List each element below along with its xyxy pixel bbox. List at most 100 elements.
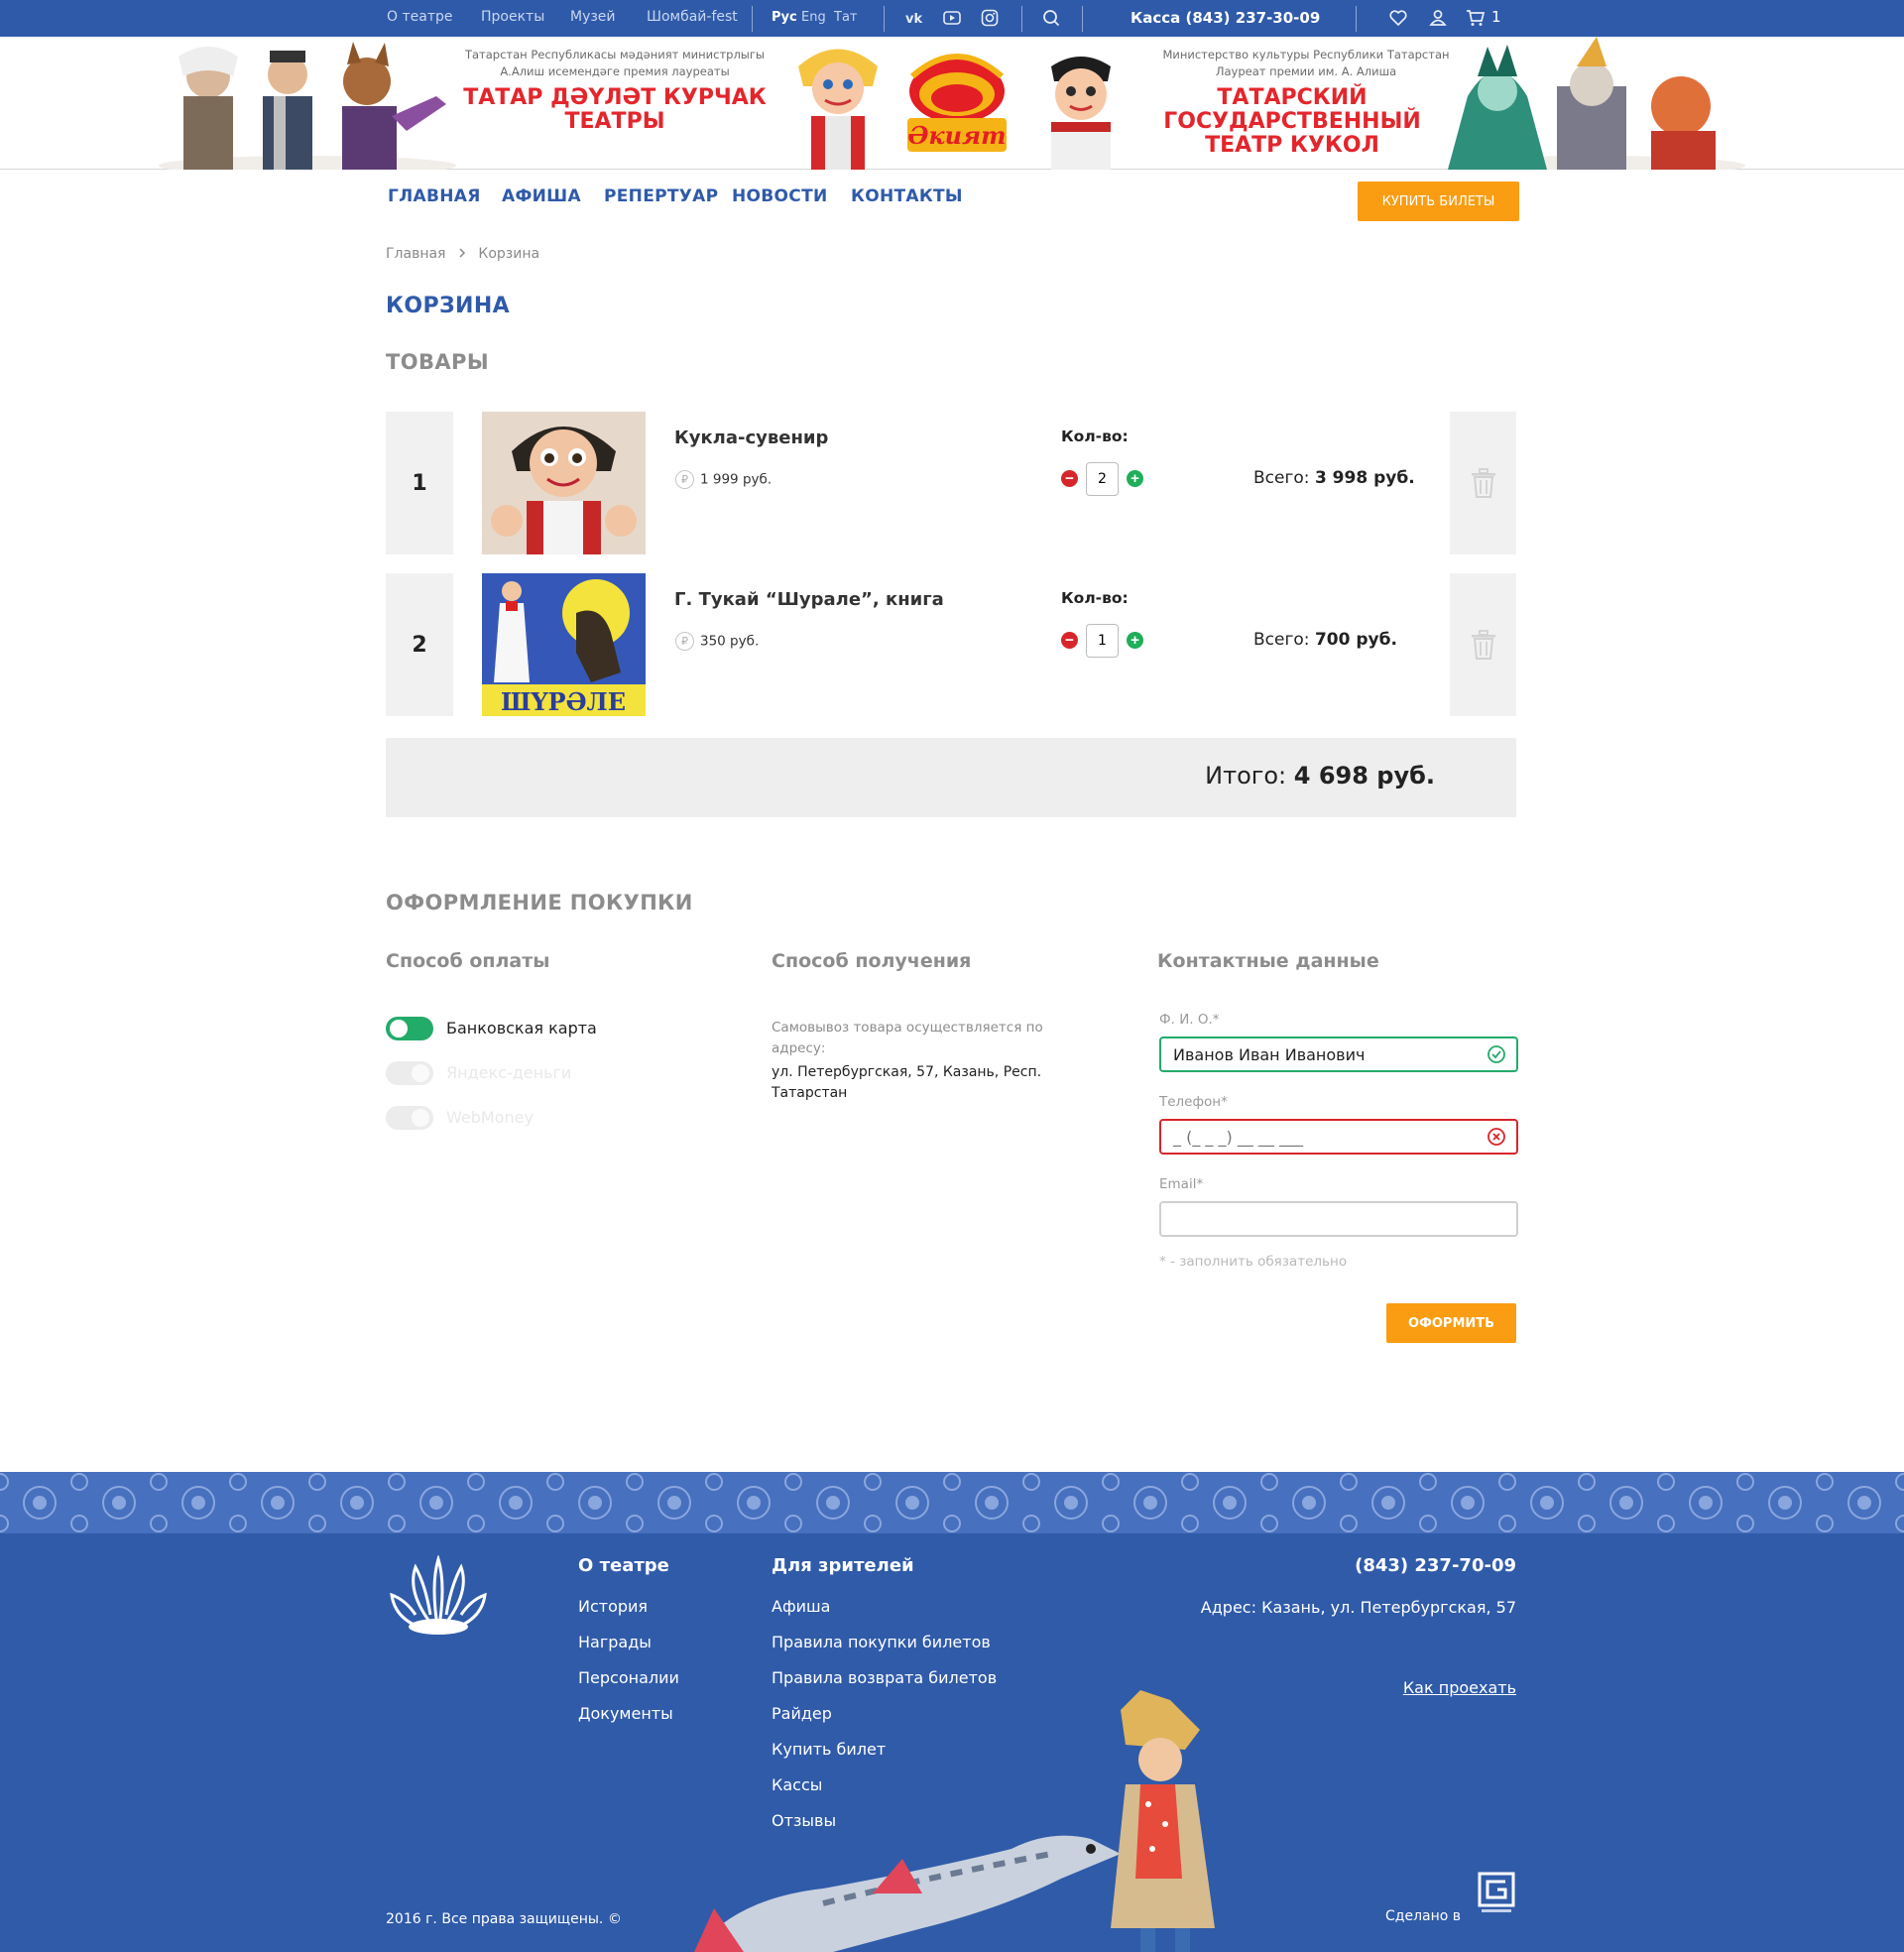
- qty-input[interactable]: [1086, 462, 1119, 496]
- nav-item-afisha[interactable]: АФИША: [502, 186, 581, 206]
- payment-toggle-yandex[interactable]: [386, 1061, 433, 1085]
- row-total: Всего: 700 руб.: [1253, 630, 1397, 650]
- checkout-title: ОФОРМЛЕНИЕ ПОКУПКИ: [386, 891, 693, 915]
- divider: [752, 6, 753, 32]
- instagram-icon[interactable]: [980, 8, 1000, 28]
- qty-increase-button[interactable]: +: [1127, 470, 1143, 487]
- payment-toggle-webmoney[interactable]: [386, 1106, 433, 1130]
- footer-col-about-title: О театре: [578, 1555, 669, 1576]
- site-header: Татарстан Республикасы мәдәният министрл…: [0, 37, 1904, 170]
- topbar-link-museum[interactable]: Музей: [570, 9, 616, 25]
- footer-link-awards[interactable]: Награды: [578, 1633, 652, 1651]
- qty-label: Кол-во:: [1061, 427, 1129, 445]
- delivery-title: Способ получения: [772, 950, 972, 972]
- footer-address: Адрес: Казань, ул. Петербургская, 57: [1200, 1598, 1516, 1617]
- topbar-link-projects[interactable]: Проекты: [481, 9, 544, 25]
- email-field[interactable]: [1159, 1201, 1518, 1237]
- checkout-submit-button[interactable]: ОФОРМИТЬ: [1386, 1303, 1516, 1343]
- row-number: 2: [386, 573, 453, 716]
- footer-phone[interactable]: (843) 237-70-09: [1355, 1555, 1516, 1576]
- required-note: * - заполнить обязательно: [1159, 1254, 1348, 1270]
- nav-item-news[interactable]: НОВОСТИ: [732, 186, 828, 206]
- qty-label: Кол-во:: [1061, 589, 1129, 607]
- footer-puppets-image: [694, 1690, 1215, 1952]
- toggle-knob: [412, 1064, 429, 1082]
- footer-link-afisha[interactable]: Афиша: [772, 1597, 830, 1616]
- grand-total-value: 4 698 руб.: [1293, 762, 1435, 790]
- payment-title: Способ оплаты: [386, 950, 550, 972]
- fio-label: Ф. И. О.*: [1159, 1012, 1220, 1028]
- nav-item-contacts[interactable]: КОНТАКТЫ: [851, 186, 963, 206]
- payment-toggle-card[interactable]: [386, 1017, 433, 1040]
- qty-increase-button[interactable]: +: [1127, 632, 1143, 649]
- product-image-book[interactable]: ШҮРӘЛЕ: [482, 573, 646, 716]
- fio-field[interactable]: [1159, 1037, 1518, 1072]
- product-price: ₽350 руб.: [675, 632, 759, 651]
- svg-text:vk: vk: [905, 12, 922, 27]
- buy-tickets-button[interactable]: КУПИТЬ БИЛЕТЫ: [1358, 182, 1519, 221]
- lang-ru[interactable]: Рус: [772, 10, 797, 25]
- made-in-text: Сделано в: [1385, 1908, 1462, 1924]
- divider: [1082, 6, 1083, 32]
- top-bar: О театре Проекты Музей Шомбай-fest Рус E…: [0, 0, 1904, 37]
- kassa-phone[interactable]: Касса (843) 237-30-09: [1130, 9, 1320, 27]
- footer-logo[interactable]: [386, 1555, 491, 1637]
- footer-link-return-rules[interactable]: Правила возврата билетов: [772, 1668, 997, 1687]
- ruble-icon: ₽: [675, 470, 694, 489]
- payment-label-webmoney[interactable]: WebMoney: [446, 1108, 534, 1127]
- youtube-icon[interactable]: [942, 8, 962, 28]
- grand-total: Итого: 4 698 руб.: [1205, 762, 1435, 790]
- nav-item-home[interactable]: ГЛАВНАЯ: [388, 186, 481, 206]
- trash-icon: [1471, 468, 1495, 498]
- row-total-value: 700 руб.: [1314, 630, 1397, 650]
- ekiyat-logo[interactable]: Әкият: [892, 37, 1021, 170]
- product-name[interactable]: Кукла-сувенир: [674, 427, 828, 448]
- heart-icon[interactable]: [1388, 8, 1408, 28]
- goods-section-title: ТОВАРЫ: [386, 350, 489, 374]
- cart-icon[interactable]: [1466, 8, 1486, 28]
- footer-link-buy-rules[interactable]: Правила покупки билетов: [772, 1633, 991, 1651]
- lang-tt[interactable]: Тат: [834, 10, 857, 25]
- qty-decrease-button[interactable]: −: [1061, 632, 1078, 649]
- cart-count-badge[interactable]: 1: [1491, 8, 1501, 26]
- copyright-text: 2016 г. Все права защищены. ©: [386, 1911, 622, 1927]
- qty-input[interactable]: [1086, 624, 1119, 658]
- qty-decrease-button[interactable]: −: [1061, 470, 1078, 487]
- nav-item-repertoire[interactable]: РЕПЕРТУАР: [604, 186, 718, 206]
- footer-link-documents[interactable]: Документы: [578, 1704, 673, 1723]
- delete-item-button[interactable]: [1450, 412, 1516, 554]
- theatre-title-russian: ТАТАРСКИЙ ГОСУДАРСТВЕННЫЙ ТЕАТР КУКОЛ: [1163, 85, 1421, 158]
- divider: [1356, 6, 1357, 32]
- breadcrumb: Главная Корзина: [386, 246, 539, 262]
- footer-link-history[interactable]: История: [578, 1597, 648, 1616]
- search-icon[interactable]: [1041, 8, 1061, 28]
- pickup-note: Самовывоз товара осуществляется по адрес…: [772, 1020, 1043, 1056]
- breadcrumb-home[interactable]: Главная: [386, 246, 445, 262]
- row-total: Всего: 3 998 руб.: [1253, 468, 1415, 488]
- developer-logo[interactable]: [1478, 1872, 1515, 1915]
- delete-item-button[interactable]: [1450, 573, 1516, 716]
- puppet-doll-right-image: [1051, 57, 1111, 170]
- puppet-doll-left-image: [798, 49, 878, 170]
- puppets-right-image: [1448, 37, 1745, 170]
- error-circle-icon: [1488, 1128, 1505, 1146]
- phone-field[interactable]: [1159, 1119, 1518, 1155]
- product-name[interactable]: Г. Тукай “Шурале”, книга: [674, 589, 944, 610]
- footer-route-link[interactable]: Как проехать: [1403, 1678, 1516, 1697]
- user-icon[interactable]: [1428, 8, 1448, 28]
- vk-icon[interactable]: vk: [904, 8, 924, 28]
- ornament-pattern: [0, 1472, 1904, 1533]
- row-number: 1: [386, 412, 453, 554]
- ministry-text-russian: Министерство культуры Республики Татарст…: [1162, 48, 1450, 78]
- theatre-title-tatar: ТАТАР ДӘҮЛӘТ КУРЧАК ТЕАТРЫ: [463, 85, 767, 134]
- lang-en[interactable]: Eng: [801, 10, 826, 25]
- footer-col-viewers-title: Для зрителей: [772, 1555, 914, 1576]
- topbar-link-about[interactable]: О театре: [387, 9, 452, 25]
- payment-label-card[interactable]: Банковская карта: [446, 1019, 597, 1037]
- topbar-link-shombai-fest[interactable]: Шомбай-fest: [647, 9, 738, 25]
- product-image-doll[interactable]: [482, 412, 646, 554]
- phone-label: Телефон*: [1159, 1094, 1228, 1110]
- payment-label-yandex[interactable]: Яндекс-деньги: [446, 1063, 571, 1082]
- footer-link-persons[interactable]: Персоналии: [578, 1668, 679, 1687]
- toggle-knob: [412, 1109, 429, 1127]
